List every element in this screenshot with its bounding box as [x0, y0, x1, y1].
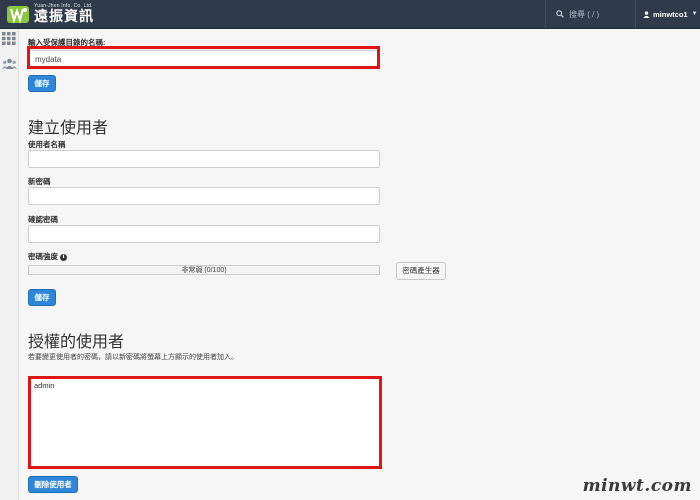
password-strength-label-text: 密碼強度: [28, 252, 58, 261]
delete-user-button[interactable]: 刪除使用者: [28, 476, 78, 493]
logo-mark-icon: [7, 6, 29, 24]
confirm-password-label: 確認密碼: [28, 215, 58, 224]
password-generator-button[interactable]: 密碼產生器: [396, 262, 446, 280]
new-password-label: 新密碼: [28, 177, 51, 186]
username-label: 使用者名稱: [28, 140, 66, 149]
watermark: minwt.com: [582, 476, 692, 496]
chevron-down-icon: ▼: [691, 11, 698, 17]
left-rail: [0, 29, 19, 500]
user-icon: [643, 10, 650, 18]
user-name: minwtco1: [653, 9, 688, 19]
top-bar: Yuan-Jhen Info. Co. Ltd. 遠振資訊 minwtco1 ▼: [0, 0, 700, 29]
password-strength-label: 密碼強度 i: [28, 251, 67, 262]
search-icon: [556, 10, 564, 18]
create-user-heading: 建立使用者: [28, 118, 109, 137]
search-input[interactable]: [569, 9, 629, 19]
list-item[interactable]: admin: [34, 381, 374, 390]
search-box[interactable]: [545, 0, 635, 28]
username-input[interactable]: [28, 150, 380, 168]
confirm-password-input[interactable]: [28, 225, 380, 243]
authorized-users-heading: 授權的使用者: [28, 332, 125, 351]
users-icon[interactable]: [2, 58, 17, 69]
save-user-button[interactable]: 儲存: [28, 289, 56, 306]
brand-logo[interactable]: Yuan-Jhen Info. Co. Ltd. 遠振資訊: [6, 2, 94, 26]
directory-name-input[interactable]: [28, 50, 380, 68]
directory-name-label: 輸入受保護目錄的名稱:: [28, 38, 106, 47]
apps-grid-icon[interactable]: [2, 32, 16, 45]
user-menu[interactable]: minwtco1 ▼: [635, 0, 700, 28]
info-icon[interactable]: i: [60, 253, 67, 261]
authorized-users-help: 若要變更使用者的密碼，請以新密碼將螢幕上方顯示的使用者加入。: [28, 354, 238, 361]
logo-title: 遠振資訊: [34, 9, 94, 25]
new-password-input[interactable]: [28, 187, 380, 205]
authorized-users-list[interactable]: admin: [28, 376, 380, 467]
save-directory-button[interactable]: 儲存: [28, 75, 56, 92]
password-strength-meter: 非常弱 (0/100): [28, 265, 380, 275]
